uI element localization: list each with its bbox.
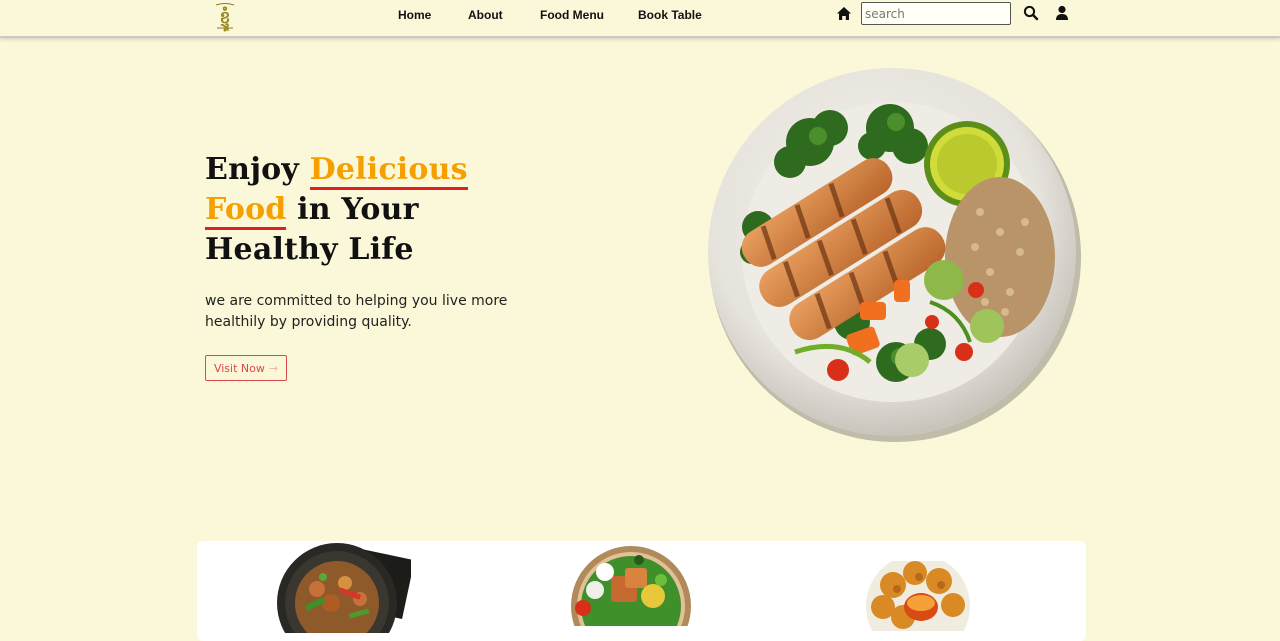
featured-dishes-panel (197, 541, 1086, 641)
search-input[interactable] (861, 2, 1011, 25)
hero-food-plate-image (700, 62, 1090, 447)
visit-now-button[interactable]: Visit Now → (205, 355, 287, 381)
khmer-text-logo-icon[interactable]: ខ្ញុំ (208, 1, 242, 33)
arrow-right-icon: → (268, 361, 279, 375)
hero-title-highlight-delicious: Delicious (309, 152, 468, 190)
visit-now-label: Visit Now (213, 361, 265, 375)
hero-title-highlight-food: Food (205, 192, 287, 230)
search-icon[interactable] (1023, 5, 1039, 21)
hero-title-part3: Healthy Life (205, 232, 414, 267)
fried-nuggets-icon[interactable] (863, 554, 973, 641)
salad-bowl-icon[interactable] (569, 546, 693, 641)
nav-food-menu[interactable]: Food Menu (540, 8, 604, 22)
hero-description: we are committed to helping you live mor… (205, 293, 508, 330)
nav-book-table[interactable]: Book Table (638, 8, 702, 22)
home-icon[interactable] (836, 6, 852, 21)
hero-title-part1: Enjoy (205, 152, 310, 187)
hero-title-part2: in Your (286, 192, 419, 227)
user-icon[interactable] (1055, 5, 1069, 21)
nav-about[interactable]: About (468, 8, 503, 22)
nav-home[interactable]: Home (398, 8, 431, 22)
hero-title: Enjoy Delicious Food in Your Healthy Lif… (205, 150, 525, 270)
navbar: ខ្ញុំ Home About Food Menu Book Table (0, 0, 1280, 38)
svg-text:ខ្ញុំ: ខ្ញុំ (219, 6, 230, 31)
